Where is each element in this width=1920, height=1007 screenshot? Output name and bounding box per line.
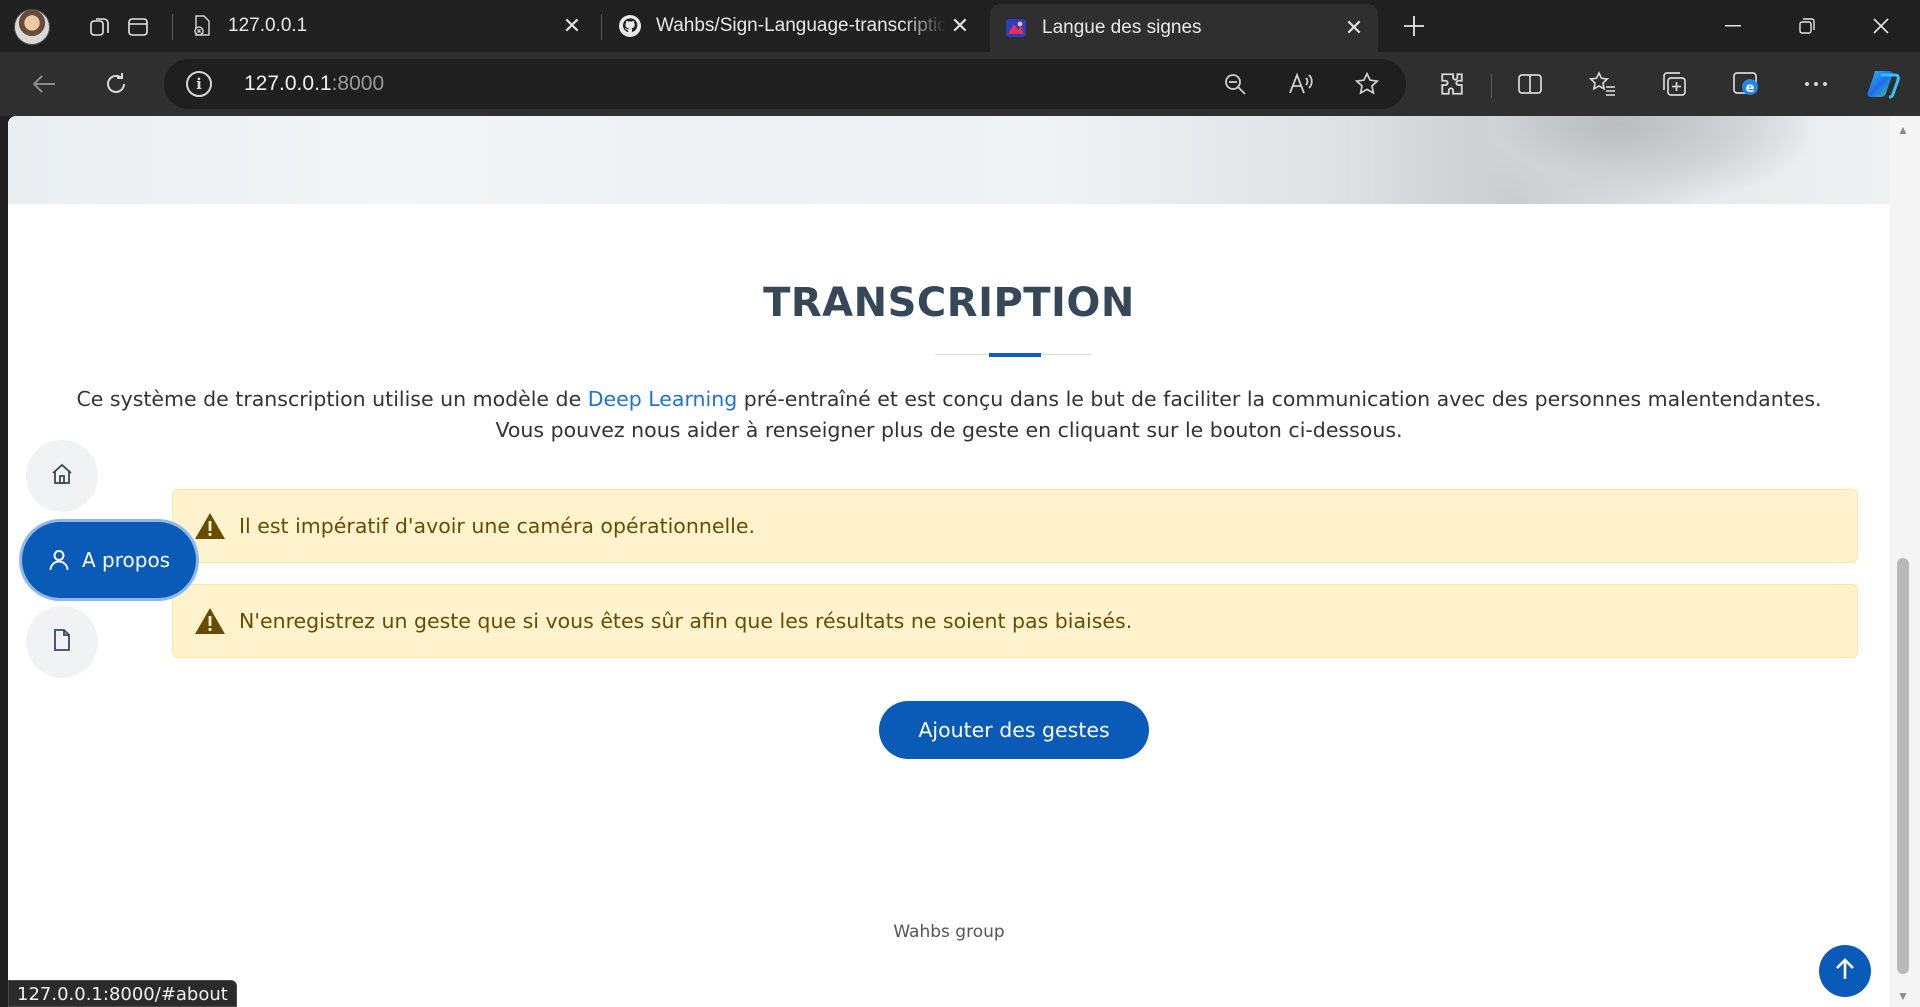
hero-image: [8, 116, 1890, 204]
split-screen-icon[interactable]: [1510, 64, 1550, 104]
alert-text: Il est impératif d'avoir une caméra opér…: [239, 514, 755, 538]
scroll-up-arrow-icon[interactable]: ▲: [1895, 122, 1911, 138]
refresh-icon[interactable]: [96, 64, 136, 104]
url-port: :8000: [331, 72, 385, 95]
nav-about-button[interactable]: A propos: [22, 522, 196, 598]
toolbar-separator: [1491, 74, 1492, 98]
deep-learning-link[interactable]: Deep Learning: [588, 387, 738, 411]
intro-text: pré-entraîné et est conçu dans le but de…: [737, 387, 1822, 411]
close-window-icon[interactable]: [1850, 0, 1912, 52]
url-host: 127.0.0.1: [244, 72, 332, 95]
add-gestures-button[interactable]: Ajouter des gestes: [879, 701, 1149, 759]
scroll-down-arrow-icon[interactable]: ▼: [1895, 988, 1911, 1004]
tab-github[interactable]: Wahbs/Sign-Language-transcription ✕: [604, 4, 984, 48]
tab-close-button[interactable]: ✕: [946, 12, 974, 40]
restore-icon[interactable]: [1776, 0, 1838, 52]
profile-avatar[interactable]: [14, 9, 50, 45]
intro-line-2: Vous pouvez nous aider à renseigner plus…: [495, 418, 1403, 442]
tab-close-button[interactable]: ✕: [558, 12, 586, 40]
browser-titlebar: 127.0.0.1 ✕ Wahbs/Sign-Language-transcri…: [0, 0, 1920, 52]
arrow-up-icon: [1834, 957, 1856, 986]
tab-separator: [172, 14, 173, 40]
nav-about-label: A propos: [82, 548, 171, 572]
workspaces-icon[interactable]: [82, 9, 118, 45]
camera-warning-alert: Il est impératif d'avoir une caméra opér…: [172, 489, 1858, 563]
more-menu-icon[interactable]: [1796, 64, 1836, 104]
new-tab-icon[interactable]: [1396, 8, 1432, 44]
tab-localhost[interactable]: 127.0.0.1 ✕: [176, 4, 596, 48]
warning-icon: [193, 511, 227, 541]
favorites-icon[interactable]: [1582, 64, 1622, 104]
zoom-out-icon[interactable]: [1220, 69, 1250, 99]
status-url-tooltip: 127.0.0.1:8000/#about: [8, 980, 237, 1007]
url-text[interactable]: 127.0.0.1:8000: [244, 72, 384, 96]
minimize-icon[interactable]: [1702, 0, 1764, 52]
tab-separator: [601, 14, 602, 40]
extensions-icon[interactable]: [1432, 64, 1472, 104]
alert-text: N'enregistrez un geste que si vous êtes …: [239, 609, 1133, 633]
file-icon: [51, 628, 73, 657]
copilot-icon[interactable]: [1864, 64, 1904, 104]
tab-title: 127.0.0.1: [228, 15, 308, 36]
site-favicon: [1004, 16, 1028, 40]
title-accent-bar: [989, 353, 1041, 357]
gesture-warning-alert: N'enregistrez un geste que si vous êtes …: [172, 584, 1858, 658]
favorite-star-icon[interactable]: [1352, 69, 1382, 99]
back-arrow-icon[interactable]: [24, 64, 64, 104]
home-icon: [50, 462, 74, 491]
intro-line-1: Ce système de transcription utilise un m…: [8, 384, 1890, 415]
hero-image-figure: [1488, 116, 1808, 204]
address-bar[interactable]: i 127.0.0.1:8000: [164, 59, 1406, 109]
site-info-icon[interactable]: i: [186, 71, 212, 97]
back-to-top-button[interactable]: [1819, 945, 1871, 997]
tab-title: Langue des signes: [1042, 17, 1202, 38]
footer-credit: Wahbs group: [893, 922, 1005, 942]
tab-close-button[interactable]: ✕: [1340, 14, 1368, 42]
tab-title: Wahbs/Sign-Language-transcription: [656, 15, 946, 36]
nav-document-button[interactable]: [26, 606, 98, 678]
svg-text:e: e: [1746, 81, 1755, 96]
nav-home-button[interactable]: [26, 440, 98, 512]
document-error-icon: [190, 14, 214, 38]
tab-langue-des-signes[interactable]: Langue des signes ✕: [990, 4, 1378, 52]
edge-browser-essentials-icon[interactable]: e: [1726, 64, 1766, 104]
read-aloud-icon[interactable]: [1286, 69, 1316, 99]
browser-toolbar: i 127.0.0.1:8000 e: [0, 52, 1920, 116]
collections-icon[interactable]: [1654, 64, 1694, 104]
section-title: TRANSCRIPTION: [763, 280, 1135, 326]
vertical-tabs-icon[interactable]: [120, 9, 156, 45]
user-icon: [46, 547, 72, 573]
scrollbar-thumb[interactable]: [1897, 558, 1909, 974]
page-viewport: TRANSCRIPTION Ce système de transcriptio…: [8, 116, 1890, 1007]
intro-paragraph: Ce système de transcription utilise un m…: [8, 384, 1890, 446]
intro-text: Ce système de transcription utilise un m…: [76, 387, 588, 411]
github-icon: [618, 14, 642, 38]
warning-icon: [193, 606, 227, 636]
